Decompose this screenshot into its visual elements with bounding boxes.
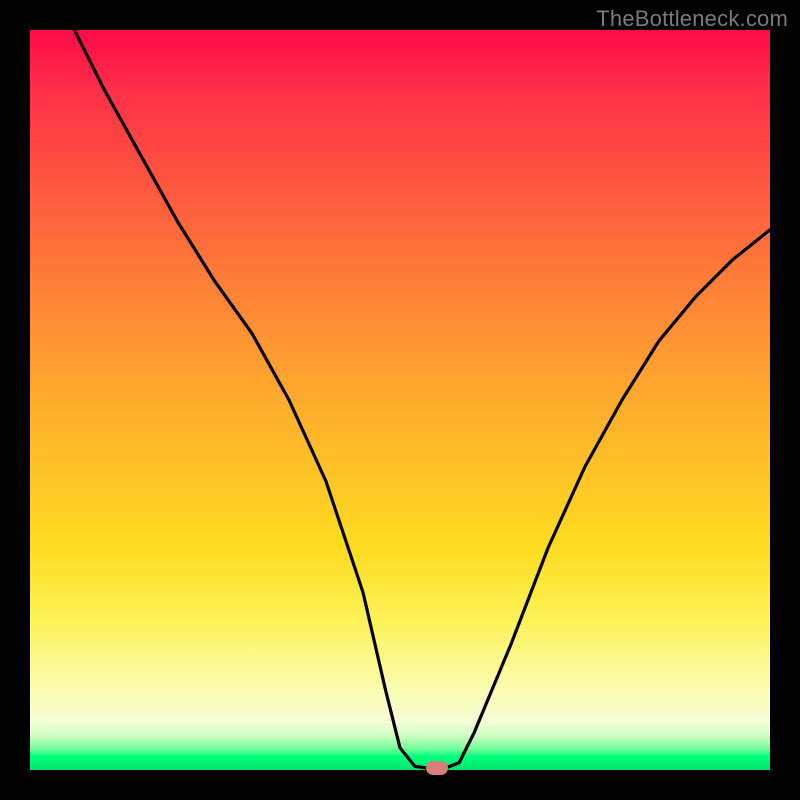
optimum-marker [426, 761, 448, 775]
bottleneck-curve [30, 30, 770, 770]
plot-area [30, 30, 770, 770]
watermark-text: TheBottleneck.com [596, 6, 788, 32]
chart-frame: TheBottleneck.com [0, 0, 800, 800]
